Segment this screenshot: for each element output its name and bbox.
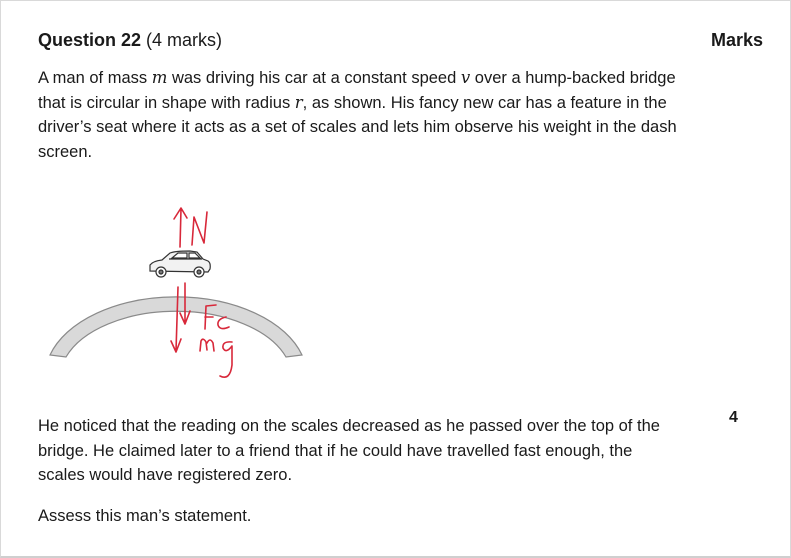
speed-variable: v: [460, 68, 471, 87]
radius-variable: r: [294, 92, 303, 112]
question-intro-paragraph: A man of mass m was driving his car at a…: [38, 68, 677, 161]
question-title: Question 22: [38, 30, 142, 50]
question-task: Assess this man’s statement.: [38, 507, 252, 525]
question-followup-paragraph: He noticed that the reading on the scale…: [38, 417, 660, 484]
mass-variable: m: [151, 68, 168, 87]
car-icon: [149, 250, 211, 278]
marks-value: 4: [729, 409, 738, 426]
normal-force-label: [191, 211, 208, 246]
question-marks: (4 marks): [146, 30, 223, 50]
marks-heading: Marks: [710, 30, 763, 50]
bridge-diagram: [49, 207, 303, 378]
normal-force-arrow: [173, 207, 188, 248]
weight-label: [199, 338, 233, 378]
question-header: Question 22 (4 marks): [38, 29, 222, 51]
